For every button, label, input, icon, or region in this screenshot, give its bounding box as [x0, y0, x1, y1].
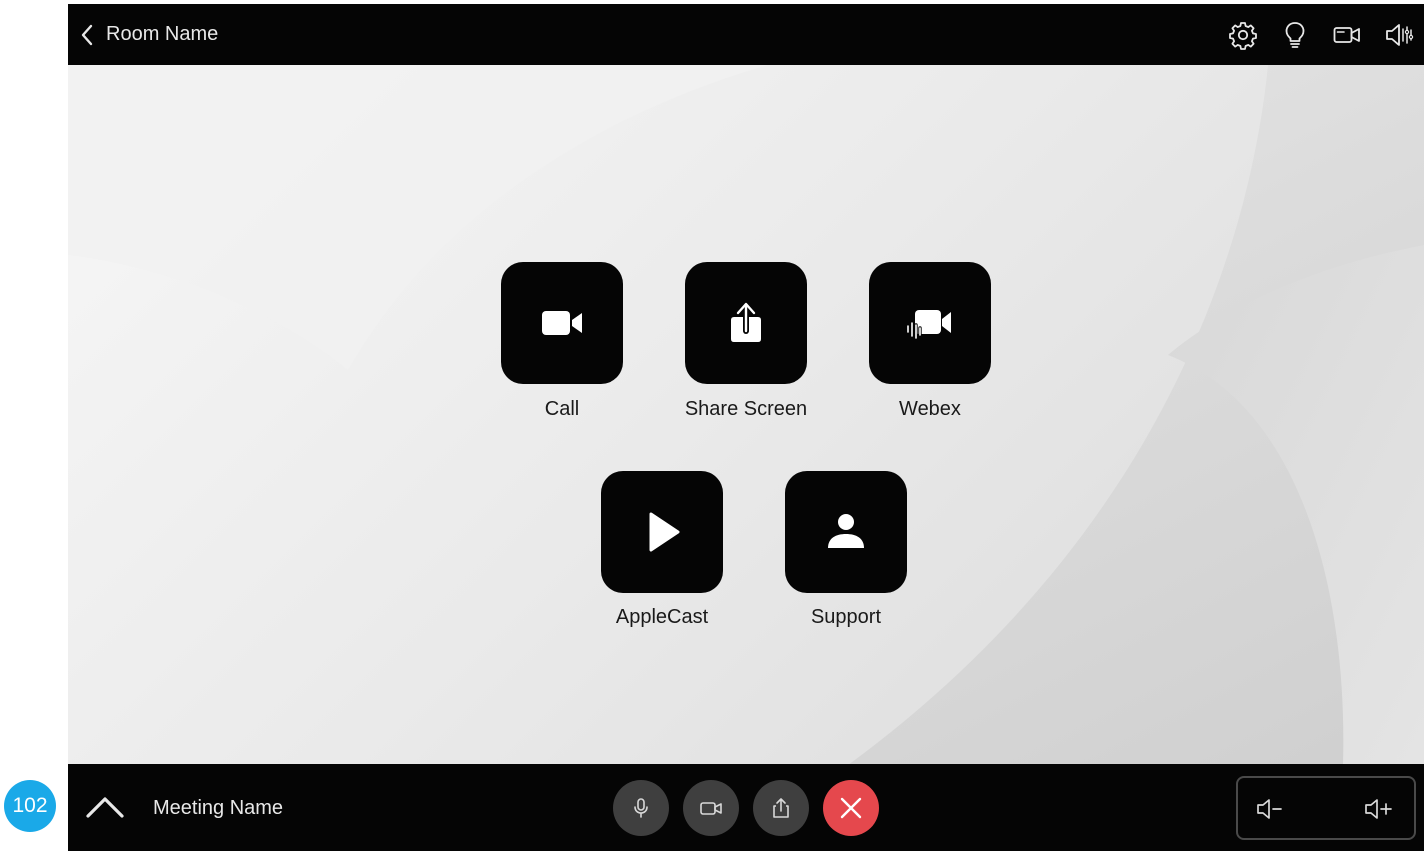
volume-down-button[interactable]: [1254, 792, 1288, 826]
share-icon: [773, 798, 789, 818]
webex-tile[interactable]: [869, 262, 991, 384]
top-bar: Room Name: [68, 4, 1424, 65]
bottom-bar: Meeting Name: [68, 764, 1424, 851]
video-button[interactable]: [683, 780, 739, 836]
chevron-left-icon: [81, 24, 93, 45]
callout-badge: 102: [4, 780, 56, 832]
webex-icon: [906, 310, 951, 340]
play-icon: [649, 512, 680, 552]
back-button[interactable]: Room Name: [68, 4, 218, 65]
lightbulb-icon: [1285, 21, 1305, 48]
share-screen-label: Share Screen: [684, 398, 808, 420]
settings-button[interactable]: [1226, 18, 1260, 52]
support-tile[interactable]: [785, 471, 907, 593]
share-button[interactable]: [753, 780, 809, 836]
audio-button[interactable]: [1382, 18, 1416, 52]
touch-panel: Room Name Call Share Screen Webex AppleC…: [68, 4, 1424, 851]
video-camera-icon: [542, 311, 582, 335]
room-name: Room Name: [106, 23, 219, 45]
top-icons: [1208, 4, 1416, 65]
share-upload-icon: [731, 302, 761, 342]
volume-down-icon: [1257, 799, 1282, 819]
applecast-label: AppleCast: [615, 606, 709, 628]
volume-up-button[interactable]: [1362, 792, 1396, 826]
camera-icon: [1333, 26, 1360, 43]
lighting-button[interactable]: [1278, 18, 1312, 52]
support-label: Support: [810, 606, 882, 628]
person-icon: [828, 514, 864, 548]
call-label: Call: [544, 398, 580, 420]
end-call-button[interactable]: [823, 780, 879, 836]
chevron-up-icon[interactable]: [84, 786, 126, 828]
meeting-name: Meeting Name: [153, 797, 284, 819]
volume-control: [1236, 776, 1416, 840]
camera-button[interactable]: [1330, 18, 1364, 52]
call-tile[interactable]: [501, 262, 623, 384]
share-screen-tile[interactable]: [685, 262, 807, 384]
speaker-icon: [1386, 23, 1414, 46]
microphone-icon: [634, 798, 648, 818]
end-call-icon: [840, 797, 862, 819]
applecast-tile[interactable]: [601, 471, 723, 593]
video-icon: [700, 802, 722, 815]
settings-icon: [1229, 21, 1257, 50]
webex-label: Webex: [899, 398, 961, 420]
microphone-button[interactable]: [613, 780, 669, 836]
volume-up-icon: [1365, 799, 1392, 819]
